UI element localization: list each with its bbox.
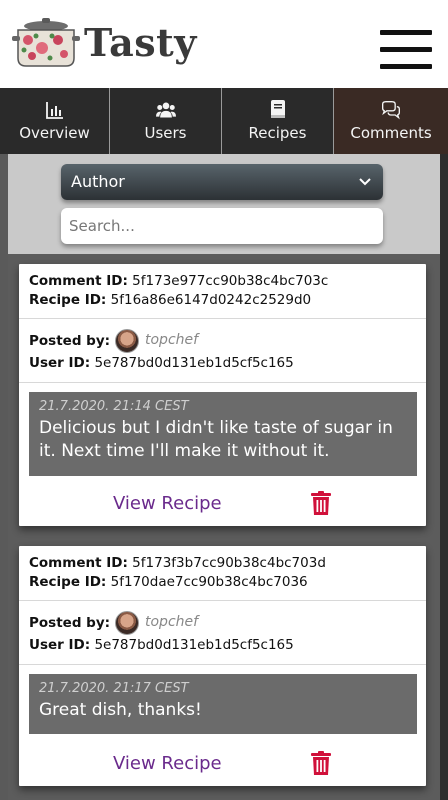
nav-item-comments[interactable]: Comments: [334, 88, 448, 154]
filter-panel: Author: [8, 154, 440, 254]
hamburger-menu-icon[interactable]: [380, 28, 432, 72]
divider: [19, 600, 426, 601]
nav-label: Comments: [350, 124, 432, 142]
bar-chart-icon: [45, 102, 63, 119]
user-id-label: User ID:: [29, 637, 91, 653]
user-id-value: 5e787bd0d131eb1d5cf5c165: [94, 355, 294, 371]
filter-select[interactable]: Author: [61, 164, 383, 200]
pot-logo-icon: [12, 18, 80, 67]
recipe-id-label: Recipe ID:: [29, 574, 107, 590]
recipe-id-row: Recipe ID: 5f16a86e6147d0242c2529d0: [29, 290, 311, 310]
trash-icon[interactable]: [311, 491, 331, 515]
trash-icon[interactable]: [311, 751, 331, 775]
user-id-value: 5e787bd0d131eb1d5cf5c165: [94, 637, 294, 653]
user-id-row: User ID: 5e787bd0d131eb1d5cf5c165: [29, 635, 294, 655]
comment-timestamp: 21.7.2020. 21:14 CEST: [39, 399, 189, 414]
nav-label: Recipes: [248, 124, 307, 142]
recipe-id-value: 5f170dae7cc90b38c4bc7036: [110, 574, 308, 590]
divider: [19, 664, 426, 665]
page: Tasty Overview Users Recipes Comments Au…: [0, 0, 448, 800]
posted-by-label: Posted by:: [29, 615, 111, 631]
nav-item-recipes[interactable]: Recipes: [222, 88, 334, 154]
user-id-row: User ID: 5e787bd0d131eb1d5cf5c165: [29, 353, 294, 373]
recipe-id-label: Recipe ID:: [29, 292, 107, 308]
comment-timestamp: 21.7.2020. 21:17 CEST: [39, 681, 189, 696]
recipe-id-row: Recipe ID: 5f170dae7cc90b38c4bc7036: [29, 572, 308, 592]
divider: [19, 318, 426, 319]
comment-id-label: Comment ID:: [29, 273, 128, 289]
scrollbar-track[interactable]: [440, 154, 448, 800]
username[interactable]: topchef: [145, 614, 198, 630]
comment-id-value: 5f173e977cc90b38c4bc703c: [132, 273, 329, 289]
main-nav: Overview Users Recipes Comments: [0, 88, 448, 154]
chevron-down-icon: [359, 178, 371, 186]
posted-by-row: Posted by:: [29, 613, 110, 633]
nav-item-users[interactable]: Users: [110, 88, 222, 154]
posted-by-label: Posted by:: [29, 333, 111, 349]
search-input[interactable]: [61, 208, 383, 244]
comment-card: Comment ID: 5f173e977cc90b38c4bc703c Rec…: [19, 264, 426, 526]
view-recipe-link[interactable]: View Recipe: [113, 493, 222, 514]
comment-bubble: 21.7.2020. 21:17 CEST Great dish, thanks…: [29, 674, 417, 734]
book-icon: [270, 100, 285, 118]
comment-text: Delicious but I didn't like taste of sug…: [39, 418, 393, 461]
comments-icon: [382, 101, 400, 120]
recipe-id-value: 5f16a86e6147d0242c2529d0: [110, 292, 312, 308]
posted-by-row: Posted by:: [29, 331, 110, 351]
view-recipe-link[interactable]: View Recipe: [113, 753, 222, 774]
divider: [19, 382, 426, 383]
brand-name: Tasty: [84, 20, 197, 65]
username[interactable]: topchef: [145, 332, 198, 348]
users-icon: [155, 102, 176, 118]
comment-id-row: Comment ID: 5f173e977cc90b38c4bc703c: [29, 271, 328, 291]
app-header: Tasty: [0, 0, 448, 88]
comment-id-row: Comment ID: 5f173f3b7cc90b38c4bc703d: [29, 553, 326, 573]
comment-id-label: Comment ID:: [29, 555, 128, 571]
avatar: [115, 611, 139, 635]
comment-id-value: 5f173f3b7cc90b38c4bc703d: [132, 555, 326, 571]
comment-bubble: 21.7.2020. 21:14 CEST Delicious but I di…: [29, 392, 417, 476]
comment-text: Great dish, thanks!: [39, 700, 202, 720]
avatar: [115, 329, 139, 353]
comment-card: Comment ID: 5f173f3b7cc90b38c4bc703d Rec…: [19, 546, 426, 786]
nav-item-overview[interactable]: Overview: [0, 88, 110, 154]
nav-label: Users: [144, 124, 187, 142]
filter-select-value: Author: [71, 172, 125, 191]
user-id-label: User ID:: [29, 355, 91, 371]
nav-label: Overview: [19, 124, 90, 142]
